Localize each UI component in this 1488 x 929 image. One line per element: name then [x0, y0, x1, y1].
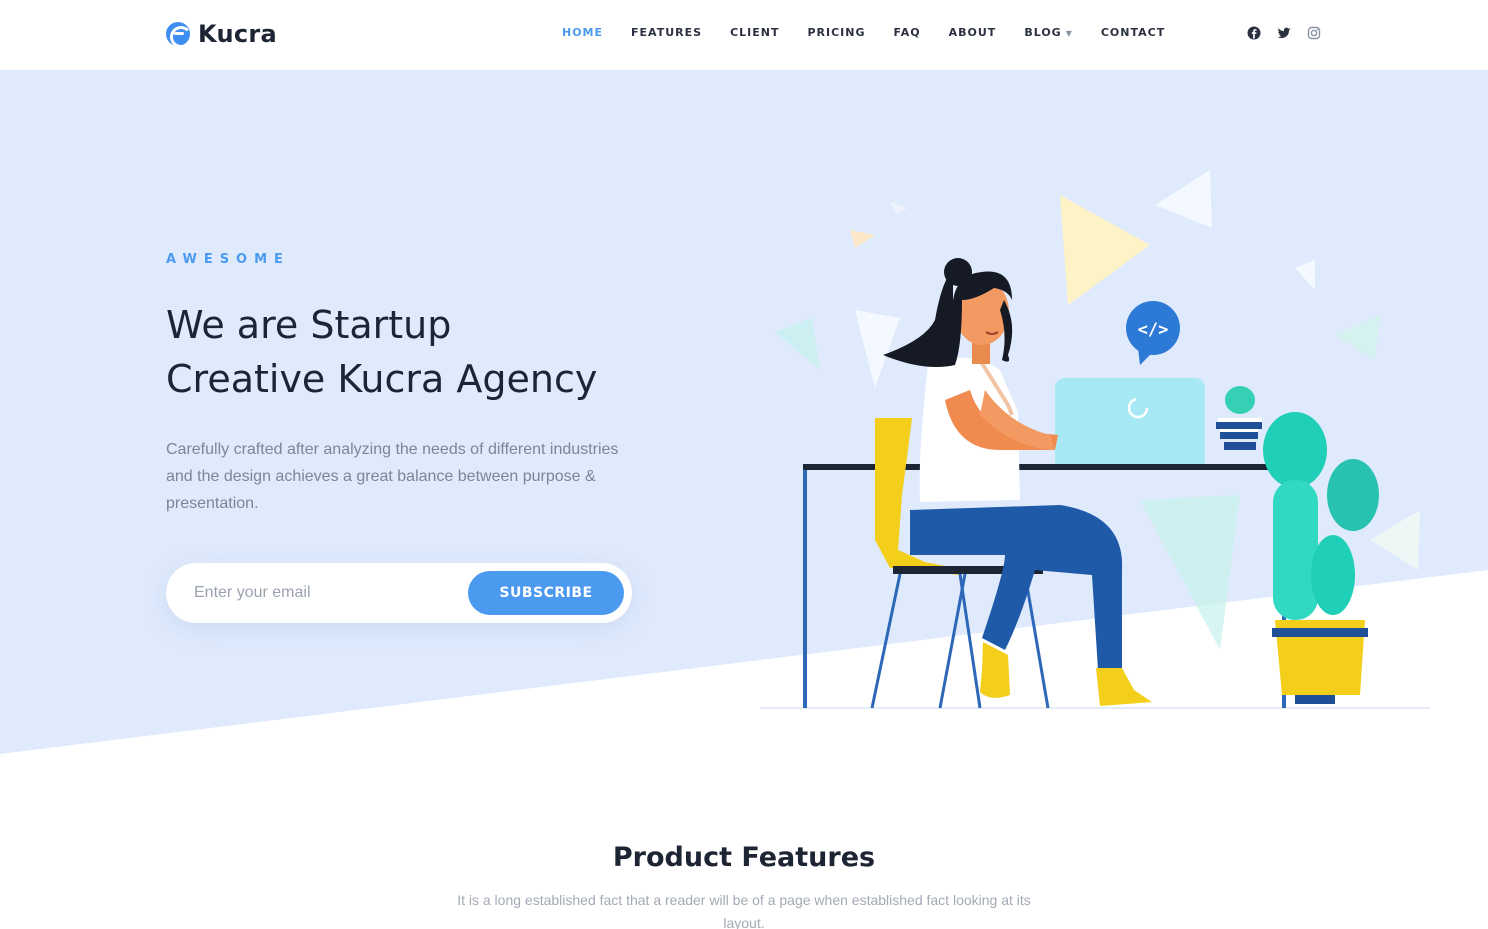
- social-links: [1246, 25, 1322, 41]
- hero-title-line-2: Creative Kucra Agency: [166, 357, 598, 401]
- nav-item-client[interactable]: CLIENT: [730, 26, 779, 39]
- nav-item-about[interactable]: ABOUT: [949, 26, 997, 39]
- large-plant: [1263, 412, 1379, 704]
- woman-character: [883, 258, 1152, 706]
- nav-item-faq[interactable]: FAQ: [894, 26, 921, 39]
- section-description: It is a long established fact that a rea…: [457, 892, 1031, 929]
- subscribe-button[interactable]: SUBSCRIBE: [468, 571, 624, 615]
- nav-item-features[interactable]: FEATURES: [631, 26, 702, 39]
- nav-item-home[interactable]: HOME: [562, 26, 603, 39]
- laptop: [1055, 378, 1205, 470]
- nav-item-blog-label: BLOG: [1024, 26, 1062, 39]
- site-header: Kucra HOME FEATURES CLIENT PRICING FAQ A…: [0, 0, 1488, 70]
- logo-icon: [166, 22, 192, 48]
- svg-text:</>: </>: [1138, 320, 1169, 340]
- subscribe-form: SUBSCRIBE: [166, 563, 632, 623]
- small-plant: [1216, 386, 1262, 450]
- twitter-icon[interactable]: [1276, 25, 1292, 41]
- nav-item-blog[interactable]: BLOG ▼: [1024, 26, 1073, 39]
- chevron-down-icon: ▼: [1065, 29, 1073, 38]
- logo[interactable]: Kucra: [166, 20, 277, 48]
- section-title: Product Features: [612, 842, 876, 873]
- hero-title-line-1: We are Startup: [166, 303, 452, 347]
- facebook-icon[interactable]: [1246, 25, 1262, 41]
- code-bubble-icon: </>: [1126, 301, 1180, 365]
- hero-title: We are Startup Creative Kucra Agency: [166, 298, 597, 406]
- logo-text: Kucra: [198, 20, 278, 48]
- hero-description: Carefully crafted after analyzing the ne…: [166, 441, 619, 512]
- hero-eyebrow: AWESOME: [166, 252, 290, 267]
- main-nav: HOME FEATURES CLIENT PRICING FAQ ABOUT B…: [562, 26, 1193, 39]
- nav-item-pricing[interactable]: PRICING: [807, 26, 865, 39]
- nav-item-contact[interactable]: CONTACT: [1101, 26, 1165, 39]
- hero-illustration: </>: [760, 170, 1430, 709]
- instagram-icon[interactable]: [1306, 25, 1322, 41]
- email-input[interactable]: [194, 563, 464, 623]
